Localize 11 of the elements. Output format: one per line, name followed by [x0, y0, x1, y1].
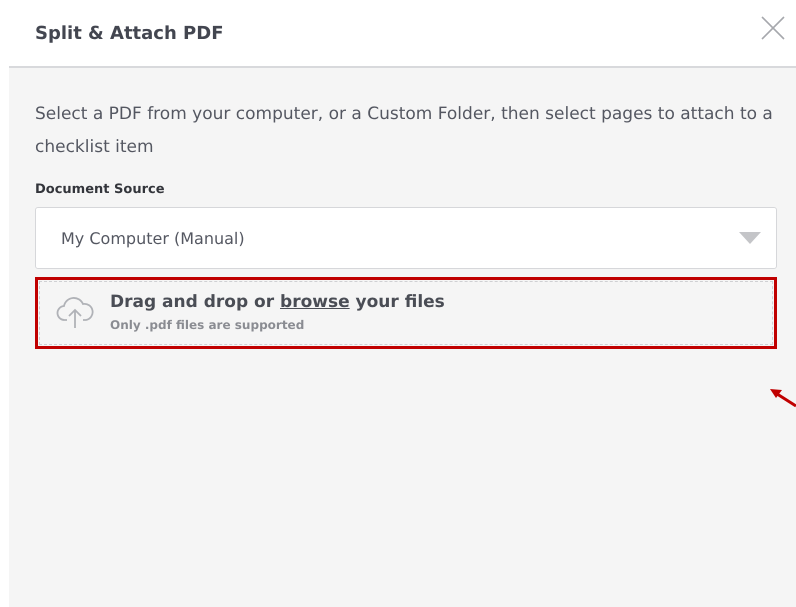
file-dropzone[interactable]: Drag and drop or browse your files Only .pdf files are supported	[39, 281, 773, 345]
description-text: Select a PDF from your computer, or a Custom Folder, then select pages to attach to a checklist item	[35, 103, 774, 159]
caret-icon	[739, 232, 761, 244]
field-label: Document Source	[35, 182, 166, 197]
dropzone-hint: Only .pdf files are supported	[110, 318, 306, 332]
dialog-title: Split & Attach PDF	[35, 22, 224, 44]
dropzone-text: Drag and drop or browse your files	[110, 292, 445, 312]
browse-link[interactable]: browse	[280, 292, 350, 312]
close-icon[interactable]	[760, 15, 786, 41]
annotation-arrow	[768, 386, 796, 410]
source-dropdown[interactable]: My Computer (Manual)	[35, 207, 777, 269]
